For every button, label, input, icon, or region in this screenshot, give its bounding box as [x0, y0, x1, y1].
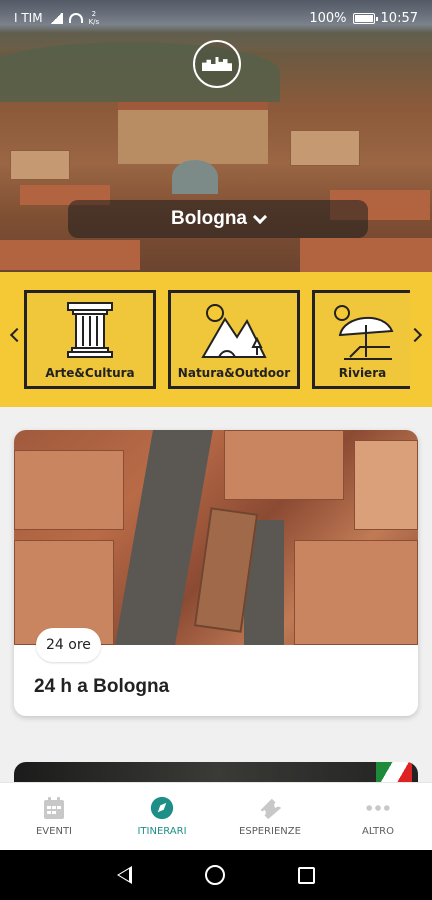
category-carousel: Arte&Cultura Natura&Outdoor Riviera: [0, 272, 432, 407]
hero-building: [290, 130, 360, 166]
nav-eventi[interactable]: EVENTI: [0, 783, 108, 850]
ticket-icon: [258, 796, 282, 820]
carrier-label: I TIM: [14, 11, 43, 25]
back-icon[interactable]: [116, 866, 132, 884]
itinerary-image: [14, 430, 418, 645]
hero-roof: [0, 240, 140, 270]
system-navigation-bar: [0, 850, 432, 900]
clock: 10:57: [380, 10, 418, 26]
roof-tile: [354, 440, 418, 530]
category-label: Arte&Cultura: [45, 366, 135, 380]
itinerary-title: 24 h a Bologna: [34, 676, 170, 697]
hero-dome: [172, 160, 218, 194]
duration-badge: 24 ore: [36, 628, 101, 662]
net-speed-value: 2: [91, 10, 97, 18]
hero-roof: [300, 238, 432, 272]
recent-apps-icon[interactable]: [298, 866, 316, 884]
compass-icon: [150, 796, 174, 820]
nav-altro[interactable]: ALTRO: [324, 783, 432, 850]
chevron-right-icon[interactable]: [407, 327, 423, 343]
column-icon: [67, 302, 113, 358]
hero-basilica: [118, 102, 268, 164]
net-speed-unit: K/s: [88, 18, 100, 26]
roof-tile: [14, 450, 124, 530]
hero-header: I TIM 2 K/s 100% 10:57 Bologna: [0, 0, 432, 272]
calendar-icon: [42, 796, 66, 820]
roof-tile: [294, 540, 418, 645]
category-arte-cultura[interactable]: Arte&Cultura: [24, 290, 156, 389]
home-icon[interactable]: [204, 865, 225, 885]
category-natura-outdoor[interactable]: Natura&Outdoor: [168, 290, 300, 389]
hero-building: [10, 150, 70, 180]
nav-label: ALTRO: [362, 826, 394, 837]
city-skyline-logo-icon[interactable]: [193, 40, 241, 88]
wifi-icon: [68, 13, 83, 23]
roof-tile: [224, 430, 344, 500]
itinerary-card[interactable]: 24 ore 24 h a Bologna: [14, 430, 418, 716]
category-label: Riviera: [338, 366, 387, 380]
battery-percent: 100%: [309, 10, 347, 26]
mountains-icon: [201, 304, 267, 358]
city-selector[interactable]: Bologna: [68, 200, 368, 238]
signal-icon: [48, 12, 63, 24]
more-dots-icon: [366, 796, 390, 820]
nav-itinerari[interactable]: ITINERARI: [108, 783, 216, 850]
category-riviera[interactable]: Riviera: [312, 290, 410, 389]
net-speed: 2 K/s: [89, 10, 100, 26]
beach-umbrella-icon: [333, 305, 393, 360]
bottom-navigation: EVENTI ITINERARI ESPERIENZE ALTRO: [0, 782, 432, 850]
chevron-down-icon: [252, 209, 268, 224]
status-bar: I TIM 2 K/s 100% 10:57: [0, 0, 432, 36]
category-label: Natura&Outdoor: [177, 366, 291, 380]
chevron-left-icon[interactable]: [9, 327, 25, 343]
city-name: Bologna: [171, 208, 247, 229]
nav-label: ESPERIENZE: [239, 826, 301, 837]
nav-label: ITINERARI: [137, 826, 187, 837]
nav-esperienze[interactable]: ESPERIENZE: [216, 783, 324, 850]
nav-label: EVENTI: [35, 826, 72, 837]
battery-icon: [352, 12, 378, 24]
